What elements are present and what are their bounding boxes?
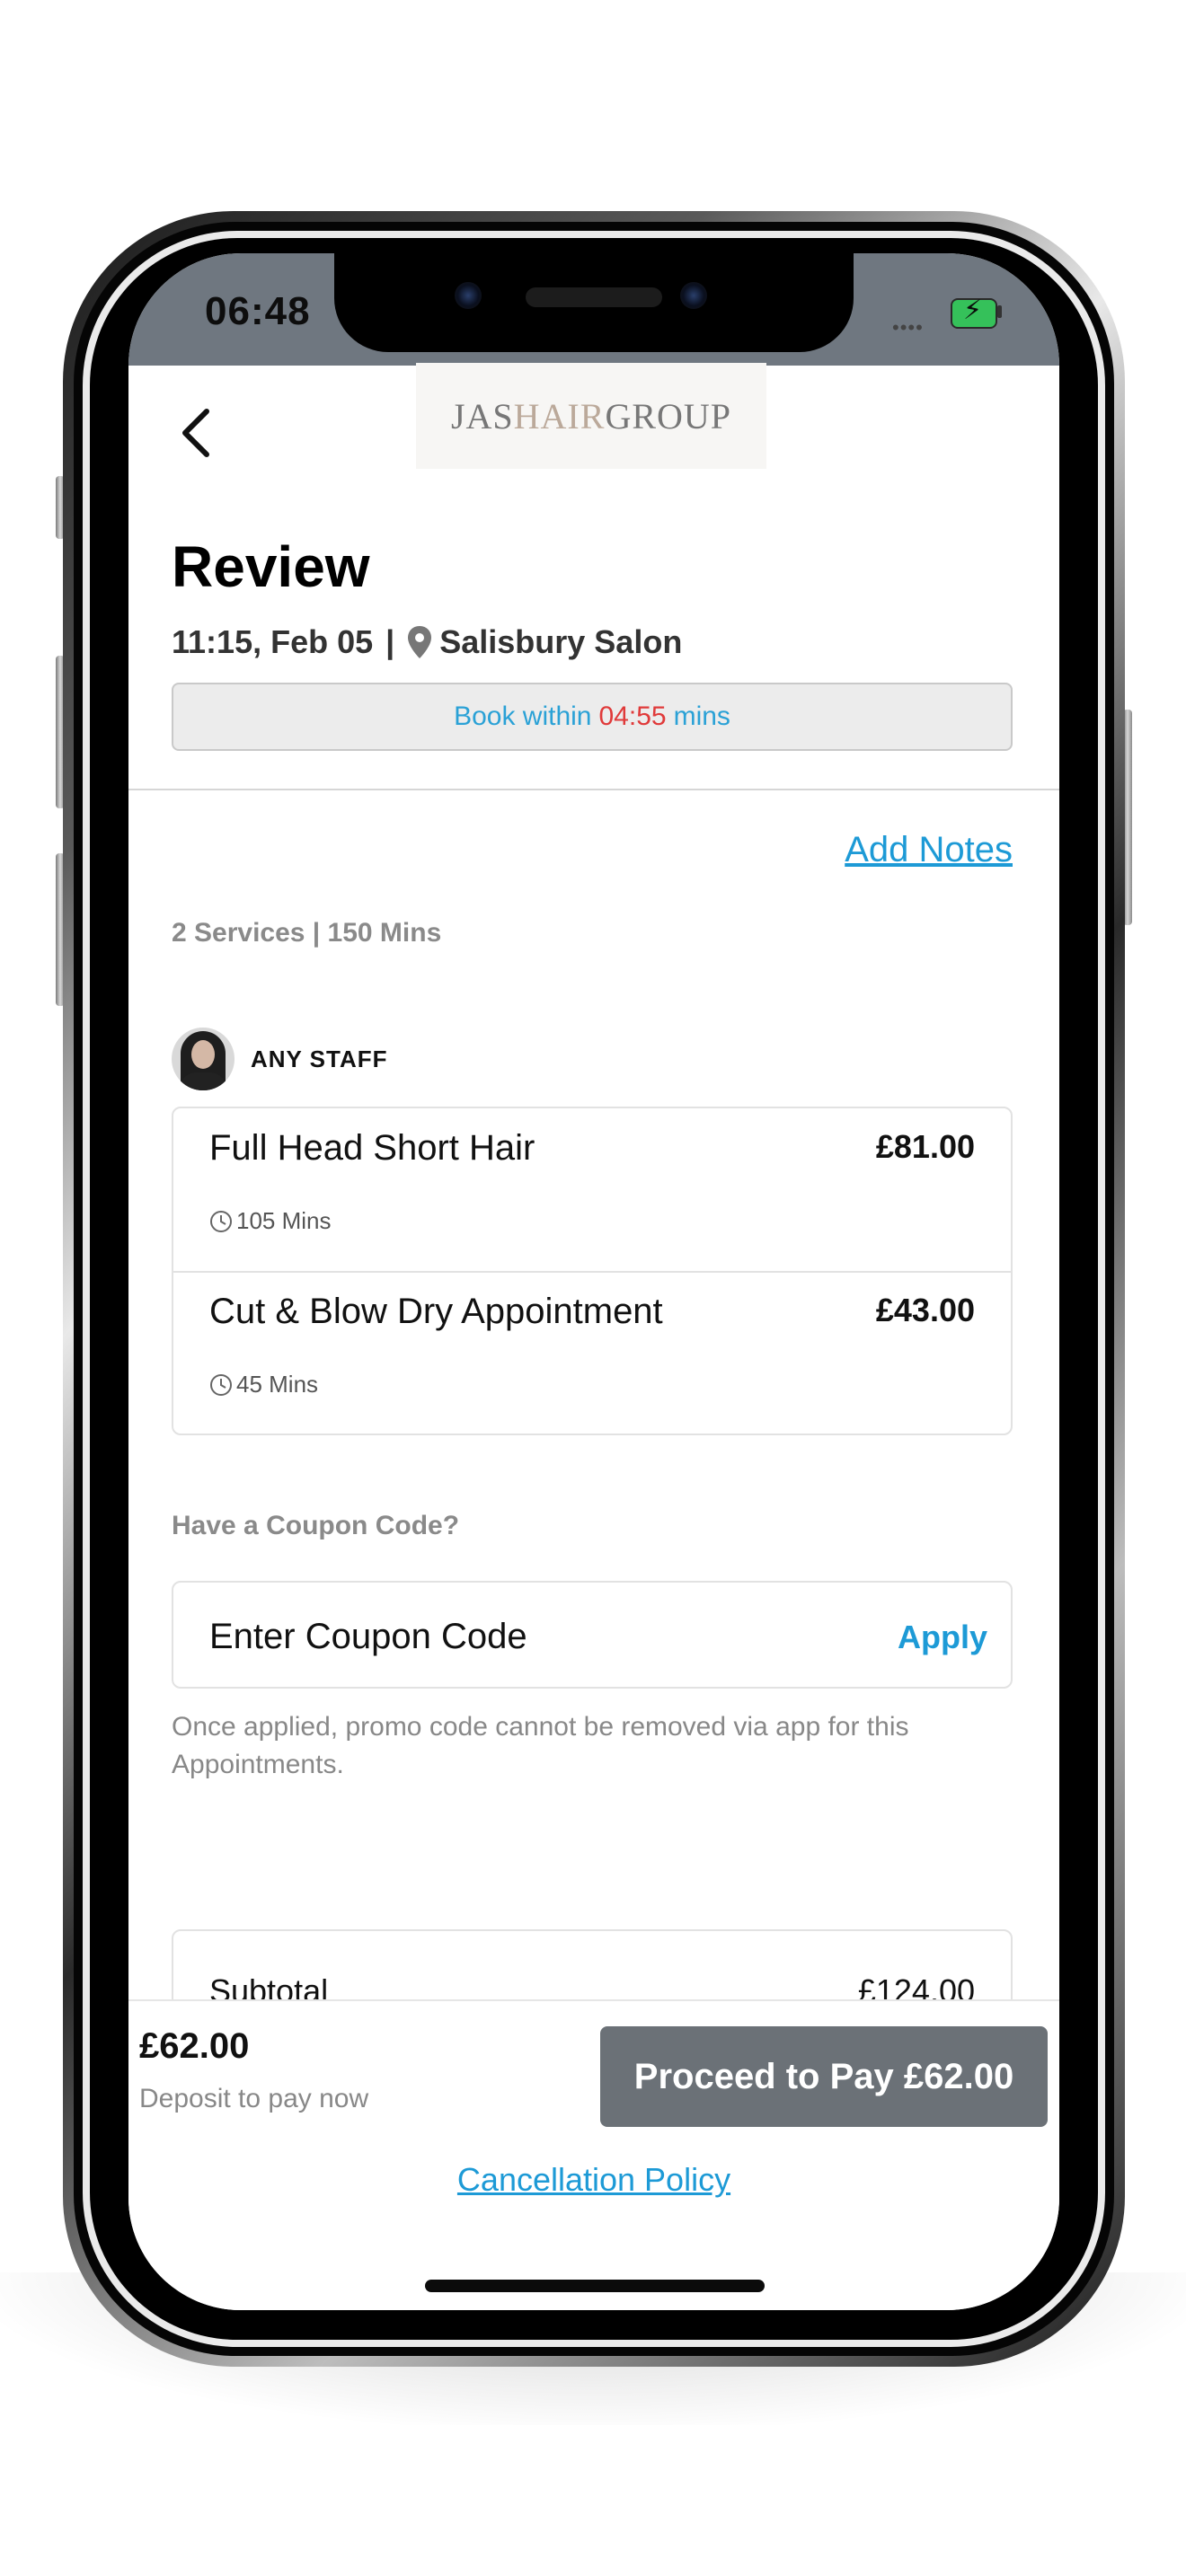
appointment-meta: 11:15, Feb 05 | Salisbury Salon [172,623,682,661]
battery-nub [997,305,1002,318]
proceed-to-pay-button[interactable]: Proceed to Pay £62.00 [600,2026,1048,2127]
booking-timer-banner: Book within 04:55 mins [172,683,1013,751]
cancellation-policy-link-row: Cancellation Policy [128,2161,1059,2199]
salon-location: Salisbury Salon [439,623,683,660]
avatar [172,1028,235,1090]
cancellation-policy-link[interactable]: Cancellation Policy [457,2161,730,2198]
timer-countdown: 04:55 [598,701,667,731]
service-duration: 45 Mins [209,1371,318,1398]
logo-text-group: GROUP [605,395,732,437]
front-camera-icon [455,282,482,309]
coupon-note: Once applied, promo code cannot be remov… [172,1712,909,1779]
staff-label: ANY STAFF [251,1045,388,1072]
staff-row: ANY STAFF [172,1028,387,1090]
section-divider [128,789,1059,790]
service-item: Full Head Short Hair £81.00 105 Mins [173,1108,1011,1273]
timer-prefix: Book within [454,701,592,731]
checkout-bar: £62.00 Deposit to pay now Proceed to Pay… [128,1999,1059,2310]
signal-icon: •••• [892,316,924,339]
service-price: £81.00 [875,1128,975,1165]
service-name: Cut & Blow Dry Appointment [209,1292,663,1331]
service-item: Cut & Blow Dry Appointment £43.00 45 Min… [173,1272,1011,1435]
logo-text-jas: JAS [450,395,514,437]
add-notes-link[interactable]: Add Notes [845,830,1013,870]
service-name: Full Head Short Hair [209,1128,535,1168]
charging-bolt-icon: ⚡ [963,296,983,325]
service-duration-text: 105 Mins [236,1207,332,1234]
brand-logo: JAS HAIR GROUP [416,363,766,469]
clock-icon [210,1373,232,1396]
status-bar: 06:48 •••• ⚡ [128,253,1059,366]
appointment-datetime: 11:15, Feb 05 [172,623,374,660]
home-indicator[interactable] [425,2280,765,2292]
logo-text-hair: HAIR [513,395,606,437]
status-time: 06:48 [205,289,311,333]
service-price: £43.00 [875,1292,975,1328]
page-title: Review [172,534,370,599]
coupon-input[interactable]: Enter Coupon Code [209,1617,527,1657]
services-card: Full Head Short Hair £81.00 105 Mins Cut… [172,1107,1013,1435]
app-screen: 06:48 •••• ⚡ JAS HAIR GROUP Review 11:15, … [128,253,1059,2310]
deposit-label: Deposit to pay now [139,2084,369,2113]
timer-suffix: mins [673,701,730,731]
coupon-field[interactable]: Enter Coupon Code Apply [172,1581,1013,1689]
face-sensor-icon [680,282,707,309]
clock-icon [210,1210,232,1232]
deposit-amount: £62.00 [139,2026,250,2066]
services-summary: 2 Services | 150 Mins [172,918,442,948]
device-notch [334,253,854,352]
back-chevron-icon[interactable] [178,406,214,460]
apply-coupon-button[interactable]: Apply [898,1619,987,1656]
coupon-heading: Have a Coupon Code? [172,1511,460,1540]
service-duration-text: 45 Mins [236,1371,319,1398]
location-pin-icon [408,626,432,658]
earpiece-speaker [526,287,662,307]
service-duration: 105 Mins [209,1207,332,1235]
meta-separator: | [385,623,395,660]
